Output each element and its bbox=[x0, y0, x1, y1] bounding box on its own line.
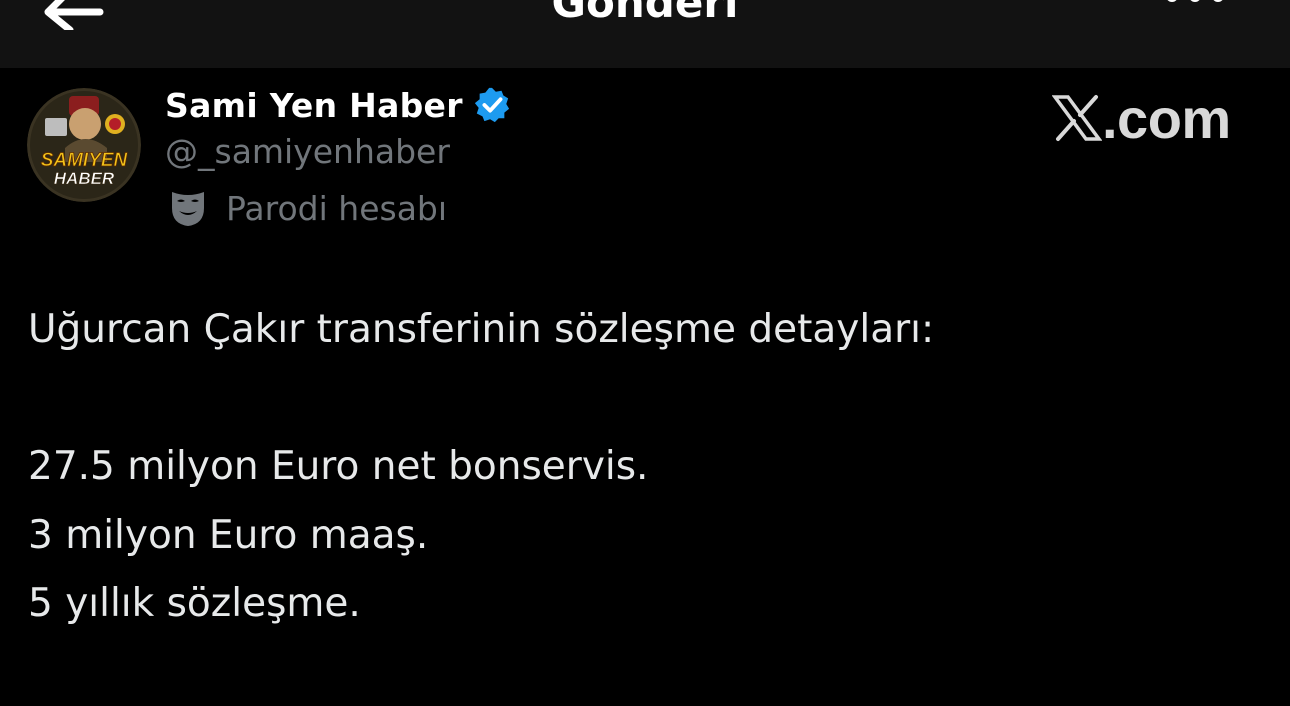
watermark-text: .com bbox=[1102, 86, 1231, 150]
verified-badge-icon bbox=[474, 87, 509, 123]
top-navigation-bar: Gönderi bbox=[0, 0, 1290, 68]
parody-label-text: Parodi hesabı bbox=[226, 188, 448, 228]
author-handle[interactable]: @_samiyenhaber bbox=[165, 130, 450, 174]
parody-account-label: Parodi hesabı bbox=[168, 184, 447, 232]
theater-mask-icon bbox=[172, 192, 204, 226]
tweet-text-line: Uğurcan Çakır transferinin sözleşme deta… bbox=[28, 307, 935, 352]
avatar-logo-bottom: HABER bbox=[54, 169, 115, 188]
tweet-text-line: 3 milyon Euro maaş. bbox=[28, 513, 429, 558]
tweet-text-line: 27.5 milyon Euro net bonservis. bbox=[28, 444, 649, 489]
more-dots-icon[interactable] bbox=[1160, 0, 1230, 16]
x-com-watermark: .com bbox=[1052, 86, 1231, 150]
page-title: Gönderi bbox=[551, 0, 739, 27]
avatar[interactable]: SAMIYEN HABER bbox=[27, 88, 141, 202]
author-name-row[interactable]: Sami Yen Haber bbox=[165, 82, 511, 128]
author-display-name[interactable]: Sami Yen Haber bbox=[165, 86, 463, 125]
avatar-logo-top: SAMIYEN bbox=[41, 150, 129, 171]
tweet-text-line: 5 yıllık sözleşme. bbox=[28, 581, 361, 626]
x-logo-icon bbox=[1052, 95, 1102, 141]
